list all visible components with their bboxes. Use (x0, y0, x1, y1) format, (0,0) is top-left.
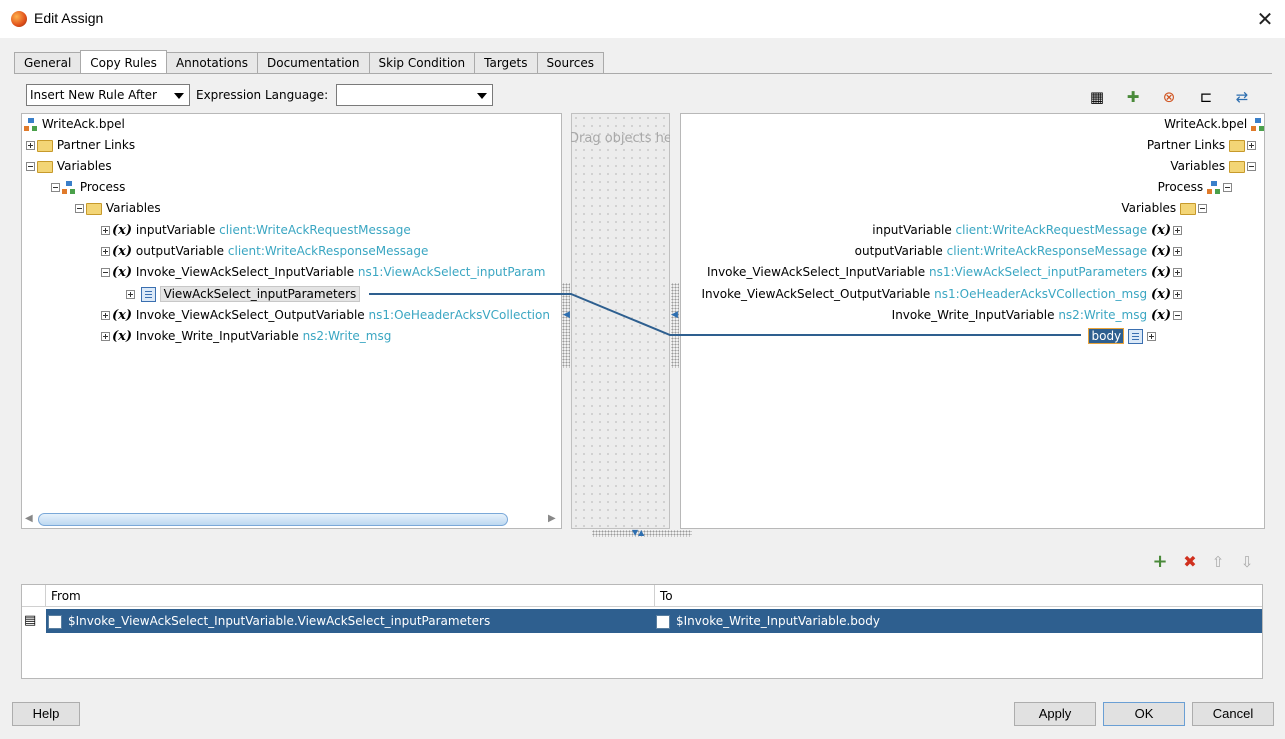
table-row[interactable]: $Invoke_ViewAckSelect_InputVariable.View… (46, 609, 1262, 633)
column-to[interactable]: To (655, 585, 1262, 607)
column-from[interactable]: From (46, 585, 655, 607)
expression-icon (48, 614, 62, 629)
table-cell-from[interactable]: $Invoke_ViewAckSelect_InputVariable.View… (48, 609, 490, 633)
ok-button[interactable]: OK (1103, 702, 1185, 726)
apply-button[interactable]: Apply (1014, 702, 1096, 726)
table-cell-to[interactable]: $Invoke_Write_InputVariable.body (656, 609, 880, 633)
row-header-column (22, 585, 46, 607)
move-up-icon[interactable]: ⇧ (1208, 552, 1228, 572)
copy-rule-icon: ▤ (24, 613, 37, 628)
delete-rule-icon[interactable]: ✖ (1180, 552, 1200, 572)
help-button[interactable]: Help (12, 702, 80, 726)
expression-icon (656, 614, 670, 629)
copy-rules-table[interactable]: From To ▤ $Invoke_ViewAckSelect_InputVar… (21, 584, 1263, 679)
cancel-button[interactable]: Cancel (1192, 702, 1274, 726)
add-rule-icon[interactable]: + (1150, 552, 1170, 572)
move-down-icon[interactable]: ⇩ (1237, 552, 1257, 572)
mapping-line (369, 293, 1081, 336)
